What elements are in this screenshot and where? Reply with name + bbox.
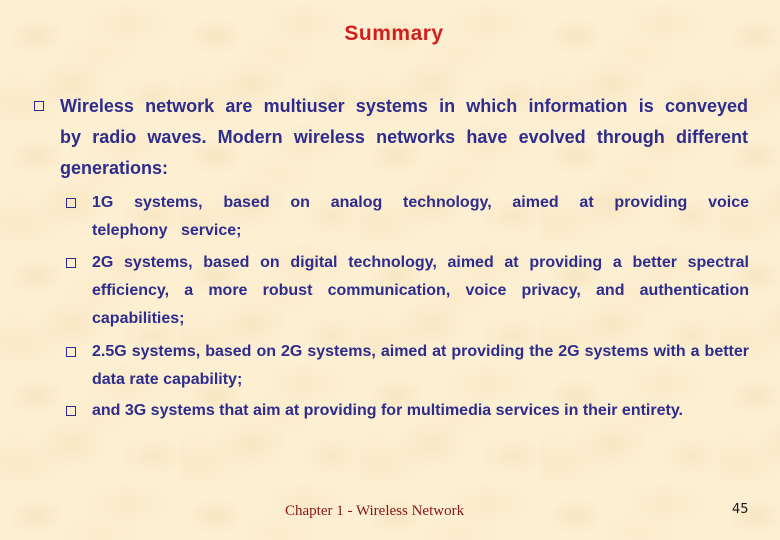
sub-bullet-item-2g: 2G systems, based on digital technology,… bbox=[66, 249, 749, 333]
sub-bullet-text: and 3G systems that aim at providing for… bbox=[92, 402, 683, 419]
page-number: 45 bbox=[732, 502, 749, 517]
sub-bullet-text: 2G systems, based on digital technology,… bbox=[92, 254, 749, 327]
hollow-square-bullet-icon bbox=[66, 258, 76, 268]
hollow-square-bullet-icon bbox=[66, 406, 76, 416]
main-bullet-text: Wireless network are multiuser systems i… bbox=[60, 96, 748, 178]
hollow-square-bullet-icon bbox=[66, 347, 76, 357]
sub-bullet-item-1g: 1G systems, based on analog technology, … bbox=[66, 189, 749, 245]
slide-footer: Chapter 1 - Wireless Network bbox=[285, 503, 465, 519]
main-bullet-item: Wireless network are multiuser systems i… bbox=[34, 91, 748, 184]
sub-bullet-item-2-5g: 2.5G systems, based on 2G systems, aimed… bbox=[66, 338, 749, 394]
sub-bullet-text: 1G systems, based on analog technology, … bbox=[92, 194, 749, 239]
hollow-square-bullet-icon bbox=[66, 198, 76, 208]
slide-title: Summary bbox=[344, 22, 444, 45]
sub-bullet-text: 2.5G systems, based on 2G systems, aimed… bbox=[92, 343, 749, 388]
sub-bullet-item-3g: and 3G systems that aim at providing for… bbox=[66, 397, 766, 425]
hollow-square-bullet-icon bbox=[34, 101, 44, 111]
